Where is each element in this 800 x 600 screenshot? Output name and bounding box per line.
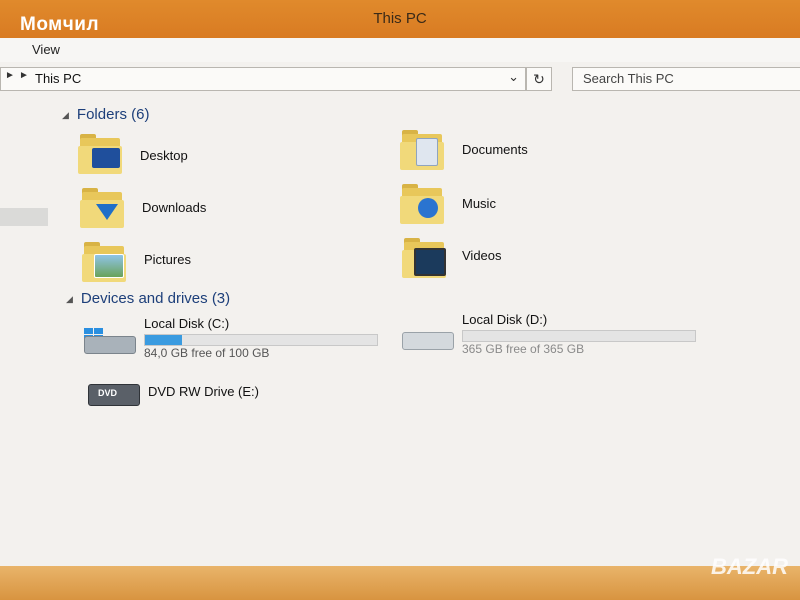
window-title: This PC	[373, 10, 427, 27]
drive-usage-fill	[145, 335, 183, 345]
hard-drive-icon	[400, 324, 454, 350]
search-placeholder: Search This PC	[583, 71, 674, 86]
folder-item-pictures[interactable]: Pictures	[80, 240, 380, 288]
pictures-folder-icon	[80, 240, 128, 284]
breadcrumb-separator-icon[interactable]: ►	[19, 70, 29, 81]
music-folder-icon	[398, 182, 446, 226]
drive-name: DVD RW Drive (E:)	[148, 384, 259, 399]
nav-arrow-icon[interactable]: ►	[5, 70, 15, 81]
folder-label: Pictures	[144, 252, 191, 267]
address-bar[interactable]: ► ► This PC ⌄	[0, 67, 526, 91]
folder-label: Music	[462, 196, 496, 211]
group-header-folders[interactable]: ◢ Folders (6)	[62, 106, 149, 123]
videos-folder-icon	[400, 236, 448, 280]
drive-name: Local Disk (C:)	[144, 316, 230, 331]
drive-usage-bar	[462, 330, 696, 342]
refresh-icon[interactable]: ↻	[526, 67, 552, 91]
documents-folder-icon	[398, 128, 446, 172]
group-header-devices[interactable]: ◢ Devices and drives (3)	[66, 290, 230, 307]
desktop-folder-icon	[76, 132, 124, 176]
drive-usage-bar	[144, 334, 378, 346]
folder-label: Documents	[462, 142, 528, 157]
address-row: ► ► This PC ⌄ ↻ Search This PC	[0, 62, 800, 96]
dvd-drive-icon: DVD	[86, 380, 140, 406]
drive-item-c[interactable]: Local Disk (C:) 84,0 GB free of 100 GB	[82, 316, 422, 362]
folder-label: Desktop	[140, 148, 188, 163]
folder-item-documents[interactable]: Documents	[398, 128, 698, 176]
window-titlebar[interactable]: This PC	[0, 0, 800, 38]
drive-name: Local Disk (D:)	[462, 312, 548, 327]
folder-item-music[interactable]: Music	[398, 182, 698, 230]
collapse-triangle-icon[interactable]: ◢	[66, 294, 73, 304]
seller-name-overlay: Момчил	[20, 14, 100, 35]
folder-item-videos[interactable]: Videos	[400, 236, 700, 284]
downloads-folder-icon	[78, 186, 126, 230]
collapse-triangle-icon[interactable]: ◢	[62, 110, 69, 120]
drive-free-space: 84,0 GB free of 100 GB	[144, 346, 270, 360]
folder-item-downloads[interactable]: Downloads	[78, 186, 378, 234]
folder-item-desktop[interactable]: Desktop	[76, 132, 376, 180]
drive-free-space: 365 GB free of 365 GB	[462, 342, 585, 356]
ribbon: View	[0, 38, 800, 63]
drive-item-e[interactable]: DVD DVD RW Drive (E:)	[86, 380, 426, 426]
taskbar[interactable]	[0, 566, 800, 600]
navigation-pane[interactable]	[0, 96, 52, 566]
folder-label: Downloads	[142, 200, 207, 215]
search-input[interactable]: Search This PC	[572, 67, 800, 91]
watermark-logo: BAZAR	[711, 554, 788, 579]
nav-selected-item[interactable]	[0, 208, 48, 226]
breadcrumb-this-pc[interactable]: This PC	[35, 71, 81, 86]
ribbon-tab-view[interactable]: View	[32, 42, 60, 57]
windows-drive-icon	[82, 328, 136, 354]
drive-item-d[interactable]: Local Disk (D:) 365 GB free of 365 GB	[400, 312, 740, 358]
chevron-down-icon[interactable]: ⌄	[508, 69, 519, 85]
folder-label: Videos	[462, 248, 502, 263]
